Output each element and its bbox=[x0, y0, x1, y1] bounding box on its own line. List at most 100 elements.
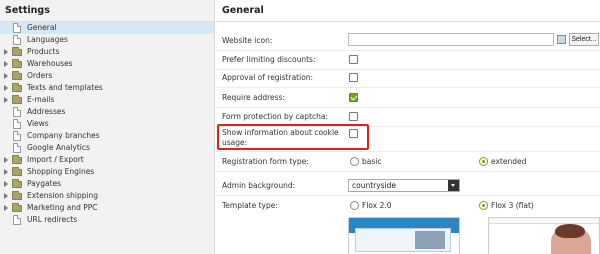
template-flox-2-radio[interactable] bbox=[350, 201, 359, 210]
page-icon bbox=[13, 119, 21, 129]
sidebar-item-extension-shipping[interactable]: Extension shipping bbox=[0, 190, 214, 202]
sidebar-item-label: Google Analytics bbox=[27, 143, 90, 152]
sidebar-item-marketing-and-ppc[interactable]: Marketing and PPC bbox=[0, 202, 214, 214]
expand-arrow-icon[interactable] bbox=[4, 73, 8, 79]
sidebar-item-label: Marketing and PPC bbox=[27, 203, 98, 212]
sidebar-item-texts-and-templates[interactable]: Texts and templates bbox=[0, 82, 214, 94]
sidebar-item-label: Company branches bbox=[27, 131, 100, 140]
page-icon bbox=[13, 143, 21, 153]
page-icon bbox=[13, 215, 21, 225]
website-icon-row: Website icon: Select... bbox=[216, 31, 600, 51]
folder-icon bbox=[12, 191, 22, 200]
sidebar-item-views[interactable]: Views bbox=[0, 118, 214, 130]
template-flox-3-radio[interactable] bbox=[479, 201, 488, 210]
registration-extended-label[interactable]: extended bbox=[491, 157, 526, 167]
template-type-row: Template type: Flox 2.0 Flox 3 (flat) bbox=[216, 196, 600, 216]
page-icon bbox=[13, 23, 21, 33]
template-type-label: Template type: bbox=[222, 201, 278, 210]
highlight-box bbox=[217, 124, 369, 150]
page-icon bbox=[13, 35, 21, 45]
sidebar-item-general[interactable]: General bbox=[0, 22, 214, 34]
thumbnail-header bbox=[489, 218, 599, 224]
folder-icon bbox=[12, 155, 22, 164]
prefer-limiting-discounts-row: Prefer limiting discounts: bbox=[216, 50, 600, 70]
sidebar-item-label: Languages bbox=[27, 35, 68, 44]
approval-of-registration-checkbox[interactable] bbox=[349, 73, 358, 82]
folder-icon bbox=[12, 179, 22, 188]
sidebar-item-label: Orders bbox=[27, 71, 53, 80]
thumbnail-photo bbox=[415, 231, 445, 249]
expand-arrow-icon[interactable] bbox=[4, 61, 8, 67]
sidebar-item-paygates[interactable]: Paygates bbox=[0, 178, 214, 190]
sidebar-item-shopping-engines[interactable]: Shopping Engines bbox=[0, 166, 214, 178]
template-flox-3-thumbnail[interactable] bbox=[488, 217, 600, 254]
select-button[interactable]: Select... bbox=[569, 33, 599, 46]
expand-arrow-icon[interactable] bbox=[4, 157, 8, 163]
chevron-down-icon[interactable] bbox=[448, 180, 459, 191]
registration-form-type-label: Registration form type: bbox=[222, 157, 309, 166]
admin-background-row: Admin background: countryside bbox=[216, 176, 600, 196]
form-protection-checkbox[interactable] bbox=[349, 112, 358, 121]
sidebar-item-products[interactable]: Products bbox=[0, 46, 214, 58]
folder-icon bbox=[12, 71, 22, 80]
template-flox-2-thumbnail[interactable] bbox=[348, 217, 460, 254]
sidebar-item-label: Warehouses bbox=[27, 59, 73, 68]
sidebar-item-label: Extension shipping bbox=[27, 191, 99, 200]
approval-of-registration-row: Approval of registration: bbox=[216, 68, 600, 88]
sidebar-item-label: Products bbox=[27, 47, 60, 56]
registration-extended-radio[interactable] bbox=[479, 157, 488, 166]
sidebar-item-addresses[interactable]: Addresses bbox=[0, 106, 214, 118]
require-address-label: Require address: bbox=[222, 93, 285, 102]
sidebar-item-label: E-mails bbox=[27, 95, 55, 104]
expand-arrow-icon[interactable] bbox=[4, 205, 8, 211]
page-title: General bbox=[216, 0, 600, 22]
expand-arrow-icon[interactable] bbox=[4, 85, 8, 91]
folder-icon bbox=[12, 47, 22, 56]
page-icon bbox=[13, 131, 21, 141]
form-protection-label: Form protection by captcha: bbox=[222, 112, 328, 121]
sidebar-item-label: Views bbox=[27, 119, 49, 128]
sidebar-item-import-export[interactable]: Import / Export bbox=[0, 154, 214, 166]
sidebar-item-label: Paygates bbox=[27, 179, 62, 188]
prefer-limiting-discounts-label: Prefer limiting discounts: bbox=[222, 55, 316, 64]
expand-arrow-icon[interactable] bbox=[4, 181, 8, 187]
registration-basic-label[interactable]: basic bbox=[362, 157, 381, 167]
registration-form-type-row: Registration form type: basic extended bbox=[216, 152, 600, 172]
sidebar-item-label: General bbox=[27, 23, 57, 32]
admin-background-value: countryside bbox=[352, 181, 397, 190]
admin-background-select[interactable]: countryside bbox=[348, 179, 460, 192]
prefer-limiting-discounts-checkbox[interactable] bbox=[349, 55, 358, 64]
template-flox-2-label[interactable]: Flox 2.0 bbox=[362, 201, 392, 211]
require-address-row: Require address: bbox=[216, 88, 600, 108]
require-address-checkbox[interactable] bbox=[349, 93, 358, 102]
sidebar-item-label: Addresses bbox=[27, 107, 66, 116]
admin-background-label: Admin background: bbox=[222, 181, 296, 190]
registration-basic-radio[interactable] bbox=[350, 157, 359, 166]
template-flox-3-label[interactable]: Flox 3 (flat) bbox=[491, 201, 534, 211]
settings-tree: General Languages Products Warehouses Or… bbox=[0, 22, 214, 226]
general-settings-panel: General Website icon: Select... Prefer l… bbox=[216, 0, 600, 254]
sidebar-item-google-analytics[interactable]: Google Analytics bbox=[0, 142, 214, 154]
sidebar-item-e-mails[interactable]: E-mails bbox=[0, 94, 214, 106]
sidebar-title: Settings bbox=[0, 0, 214, 22]
sidebar-item-orders[interactable]: Orders bbox=[0, 70, 214, 82]
folder-icon bbox=[12, 83, 22, 92]
expand-arrow-icon[interactable] bbox=[4, 49, 8, 55]
sidebar-item-label: URL redirects bbox=[27, 215, 78, 224]
settings-sidebar: Settings General Languages Products Ware… bbox=[0, 0, 215, 254]
sidebar-item-company-branches[interactable]: Company branches bbox=[0, 130, 214, 142]
folder-icon bbox=[12, 167, 22, 176]
image-preview-icon[interactable] bbox=[557, 35, 566, 44]
website-icon-input[interactable] bbox=[348, 33, 554, 46]
thumbnail-photo-detail bbox=[555, 224, 585, 238]
approval-of-registration-label: Approval of registration: bbox=[222, 73, 314, 82]
expand-arrow-icon[interactable] bbox=[4, 97, 8, 103]
folder-icon bbox=[12, 59, 22, 68]
sidebar-item-label: Texts and templates bbox=[27, 83, 103, 92]
sidebar-item-warehouses[interactable]: Warehouses bbox=[0, 58, 214, 70]
website-icon-label: Website icon: bbox=[222, 36, 273, 45]
sidebar-item-languages[interactable]: Languages bbox=[0, 34, 214, 46]
expand-arrow-icon[interactable] bbox=[4, 169, 8, 175]
expand-arrow-icon[interactable] bbox=[4, 193, 8, 199]
sidebar-item-url-redirects[interactable]: URL redirects bbox=[0, 214, 214, 226]
